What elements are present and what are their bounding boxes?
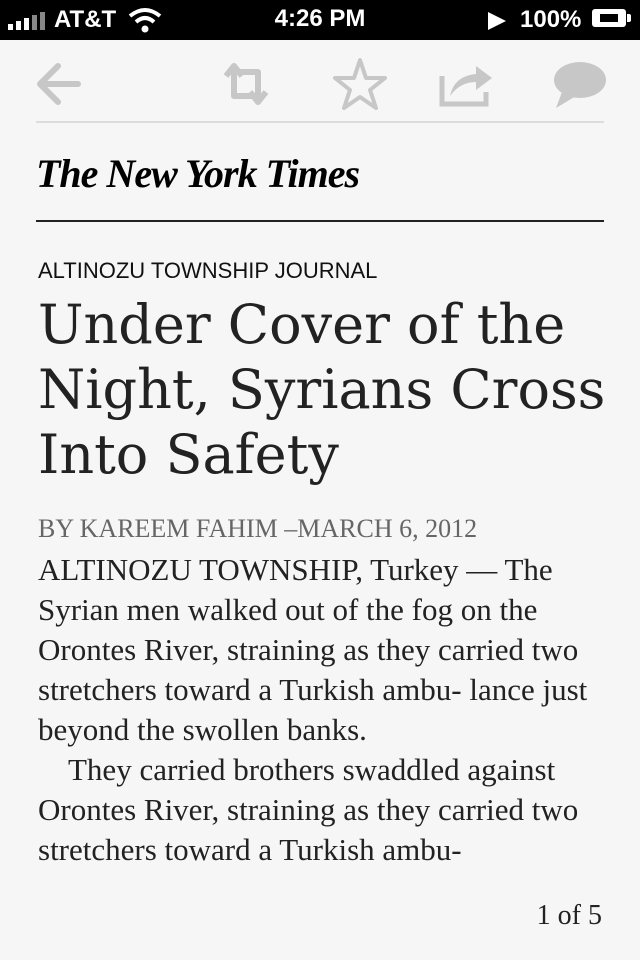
share-icon[interactable] bbox=[436, 54, 496, 114]
nyt-logo: The New York Times bbox=[36, 151, 360, 196]
battery-charging-icon bbox=[592, 9, 631, 27]
article-kicker: ALTINOZU TOWNSHIP JOURNAL bbox=[38, 258, 378, 283]
article-headline: Under Cover of the Night, Syrians Cross … bbox=[38, 293, 606, 486]
battery-percentage: 100% bbox=[520, 6, 582, 33]
status-bar: AT&T 4:26 PM 100% bbox=[0, 0, 640, 40]
article-body: ALTINOZU TOWNSHIP, Turkey — The Syrian m… bbox=[38, 550, 604, 870]
play-icon bbox=[486, 10, 508, 38]
comment-icon[interactable] bbox=[550, 54, 610, 114]
masthead-divider bbox=[36, 220, 604, 222]
retweet-icon[interactable] bbox=[216, 54, 276, 114]
page-indicator: 1 of 5 bbox=[536, 900, 602, 931]
star-icon[interactable] bbox=[330, 54, 390, 114]
article-paragraph: They carried brothers swaddled against O… bbox=[38, 752, 579, 867]
back-arrow-icon[interactable] bbox=[30, 54, 90, 114]
toolbar-divider bbox=[36, 121, 604, 123]
article-toolbar bbox=[36, 50, 606, 120]
article-paragraph: ALTINOZU TOWNSHIP, Turkey — The Syrian m… bbox=[38, 552, 588, 747]
article-byline: BY KAREEM FAHIM –MARCH 6, 2012 bbox=[38, 514, 478, 543]
